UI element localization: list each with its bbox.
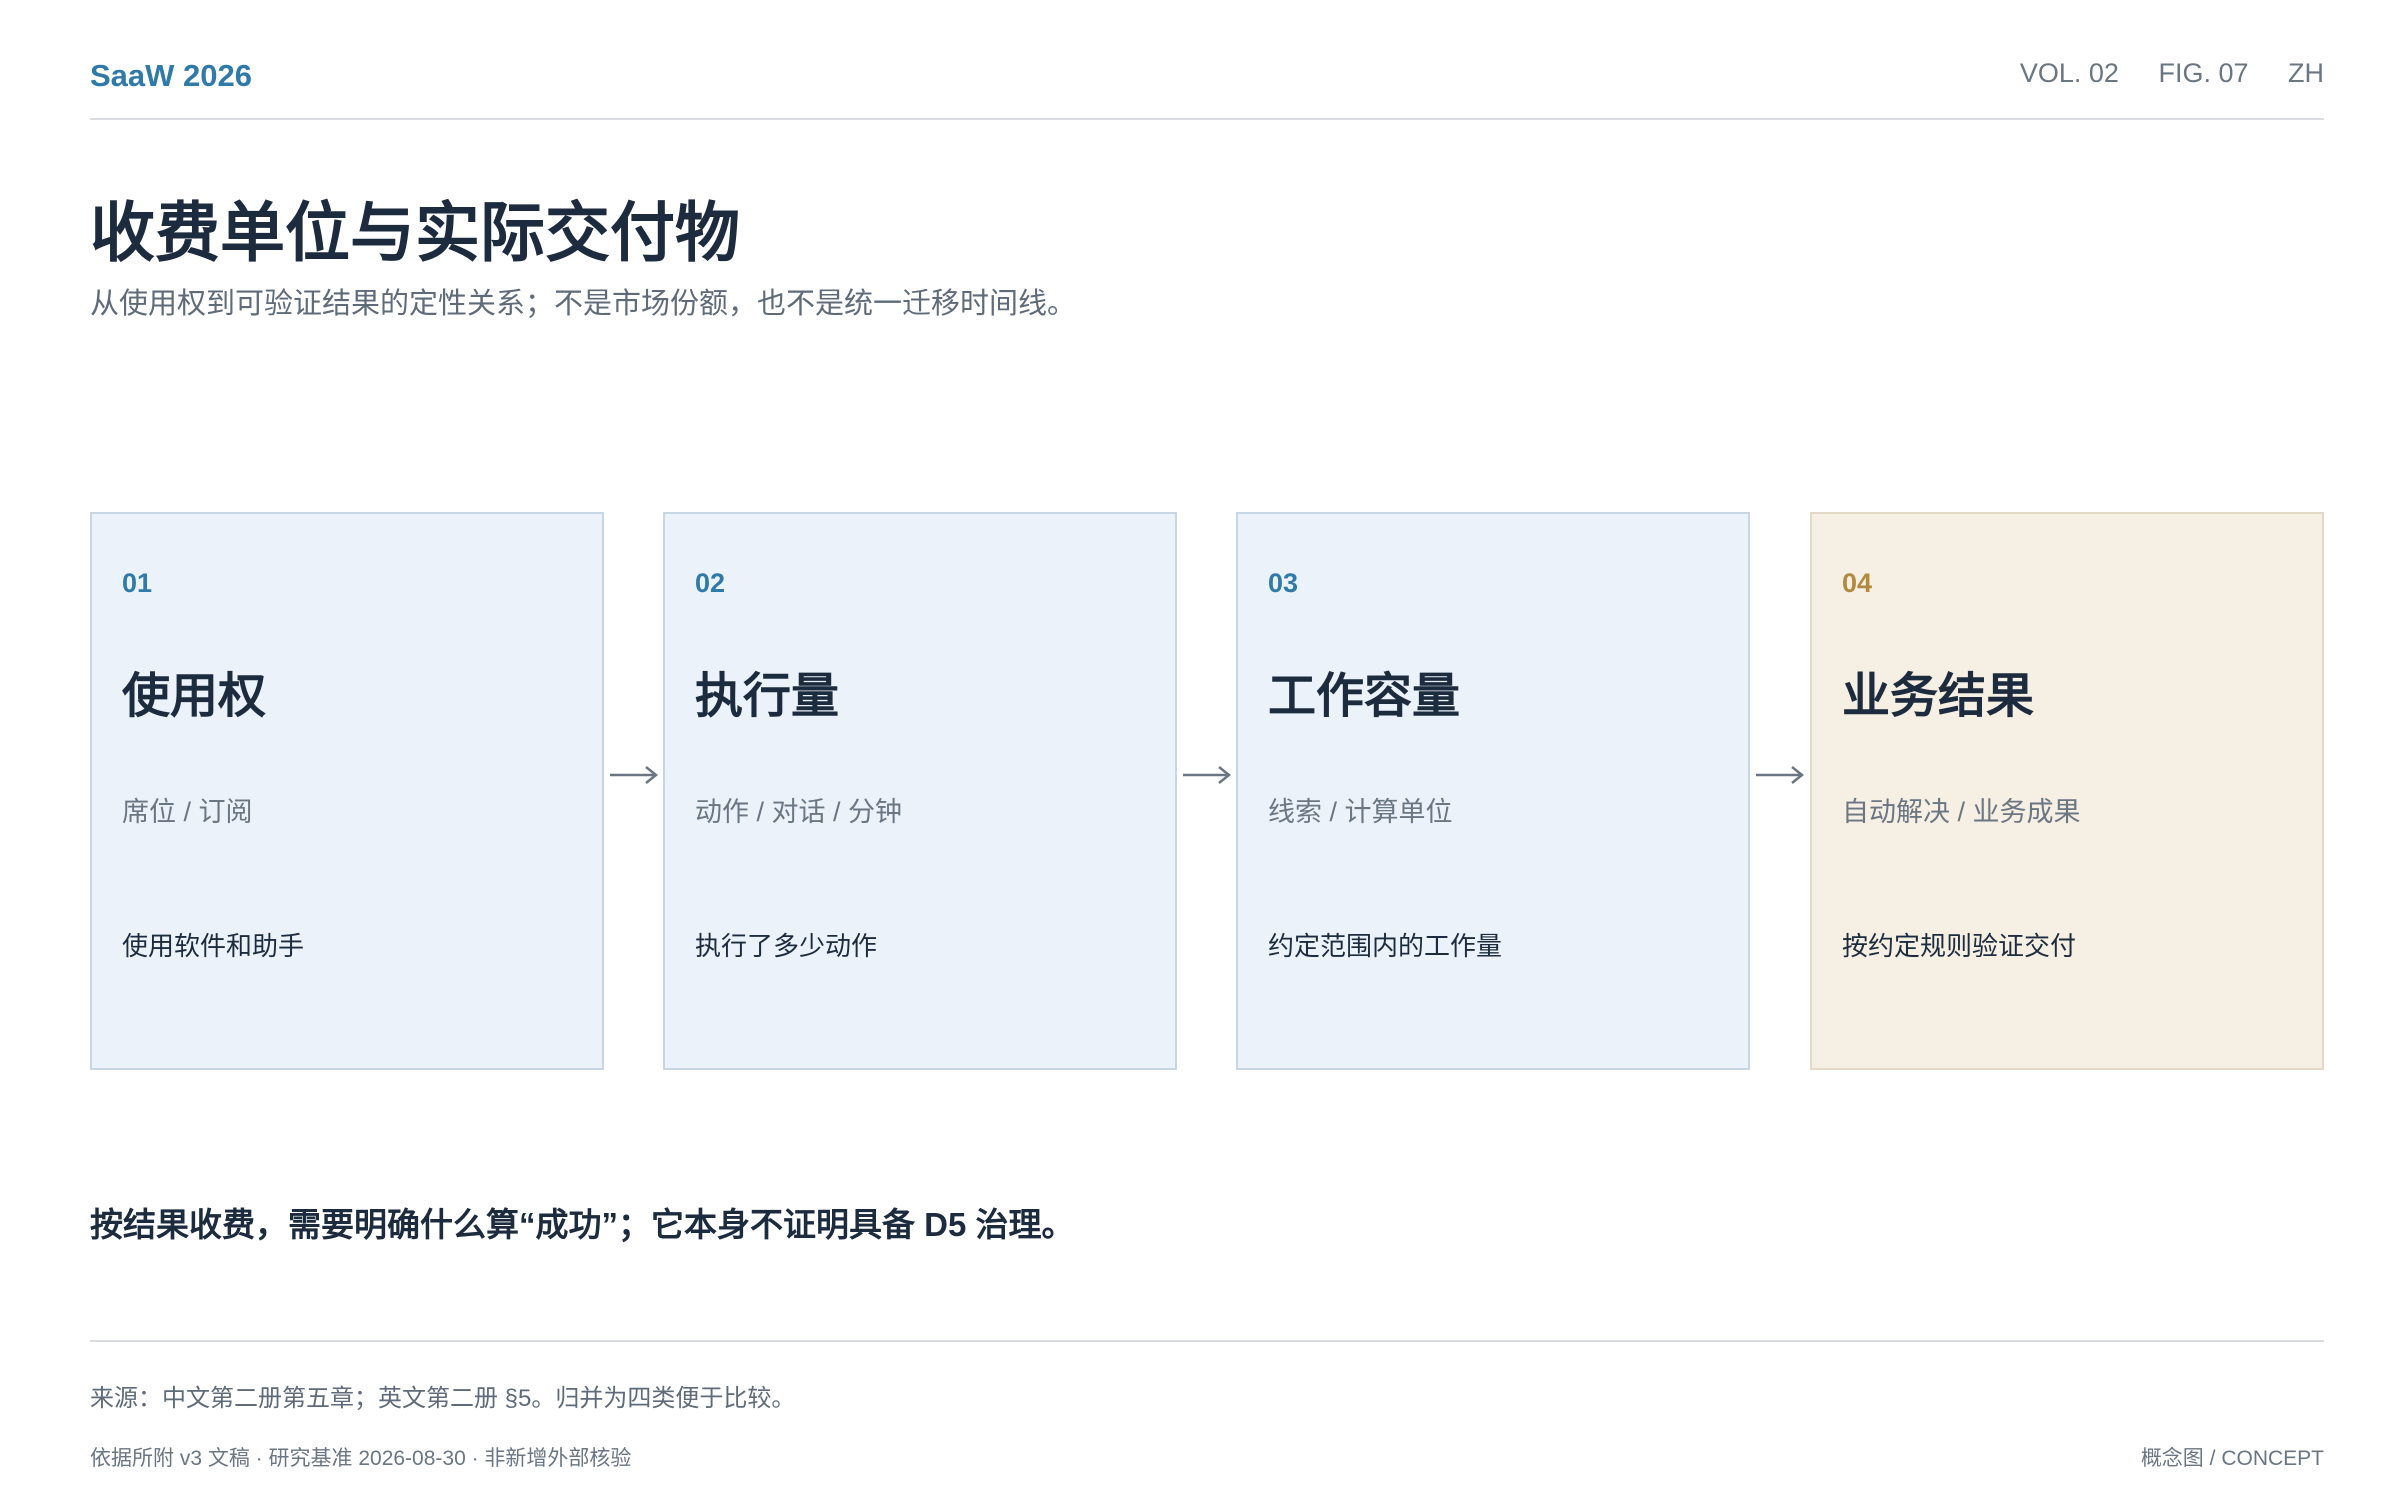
card-number: 01 [122,568,153,598]
card-subtitle: 自动解决 / 业务成果 [1842,797,2081,827]
card-business-outcome: 04 业务结果 自动解决 / 业务成果 按约定规则验证交付 [1810,512,2324,1070]
flow-diagram: 01 使用权 席位 / 订阅 使用软件和助手 02 执行量 动作 / 对话 / … [90,512,2324,1070]
arrow-right-icon [1183,766,1232,784]
card-description: 执行了多少动作 [695,931,878,961]
source-note: 来源：中文第二册第五章；英文第二册 §5。归并为四类便于比较。 [90,1385,796,1412]
footer-label: 概念图 / CONCEPT [2140,1447,2324,1470]
card-description: 按约定规则验证交付 [1842,931,2077,961]
card-title: 工作容量 [1268,670,1461,723]
card-description: 约定范围内的工作量 [1268,931,1503,961]
arrow-right-icon [610,766,659,784]
card-execution-volume: 02 执行量 动作 / 对话 / 分钟 执行了多少动作 [663,512,1177,1070]
footer-basis: 依据所附 v3 文稿 · 研究基准 2026-08-30 · 非新增外部核验 [90,1447,632,1470]
card-subtitle: 动作 / 对话 / 分钟 [695,797,903,827]
figure-label: FIG. 07 [2158,58,2249,88]
meta-info: VOL. 02 FIG. 07 ZH [1988,58,2324,89]
card-title: 业务结果 [1842,670,2035,723]
key-takeaway: 按结果收费，需要明确什么算“成功”；它本身不证明具备 D5 治理。 [90,1206,1075,1243]
card-subtitle: 线索 / 计算单位 [1268,797,1453,827]
card-description: 使用软件和助手 [122,931,305,961]
page-subtitle: 从使用权到可验证结果的定性关系；不是市场份额，也不是统一迁移时间线。 [90,288,1077,320]
top-divider [90,118,2324,120]
card-number: 03 [1268,568,1299,598]
brand-label: SaaW 2026 [90,58,252,93]
volume-label: VOL. 02 [2019,58,2119,88]
card-number: 04 [1842,568,1873,598]
card-number: 02 [695,568,726,598]
bottom-divider [90,1340,2324,1342]
card-title: 使用权 [122,670,267,723]
header: SaaW 2026 VOL. 02 FIG. 07 ZH [90,58,2324,118]
card-work-capacity: 03 工作容量 线索 / 计算单位 约定范围内的工作量 [1236,512,1750,1070]
card-subtitle: 席位 / 订阅 [122,797,253,827]
language-label: ZH [2288,58,2324,88]
card-title: 执行量 [695,670,840,723]
card-usage-rights: 01 使用权 席位 / 订阅 使用软件和助手 [90,512,604,1070]
arrow-right-icon [1756,766,1805,784]
page: SaaW 2026 VOL. 02 FIG. 07 ZH 收费单位与实际交付物 … [0,0,2400,1500]
page-title: 收费单位与实际交付物 [90,196,741,269]
